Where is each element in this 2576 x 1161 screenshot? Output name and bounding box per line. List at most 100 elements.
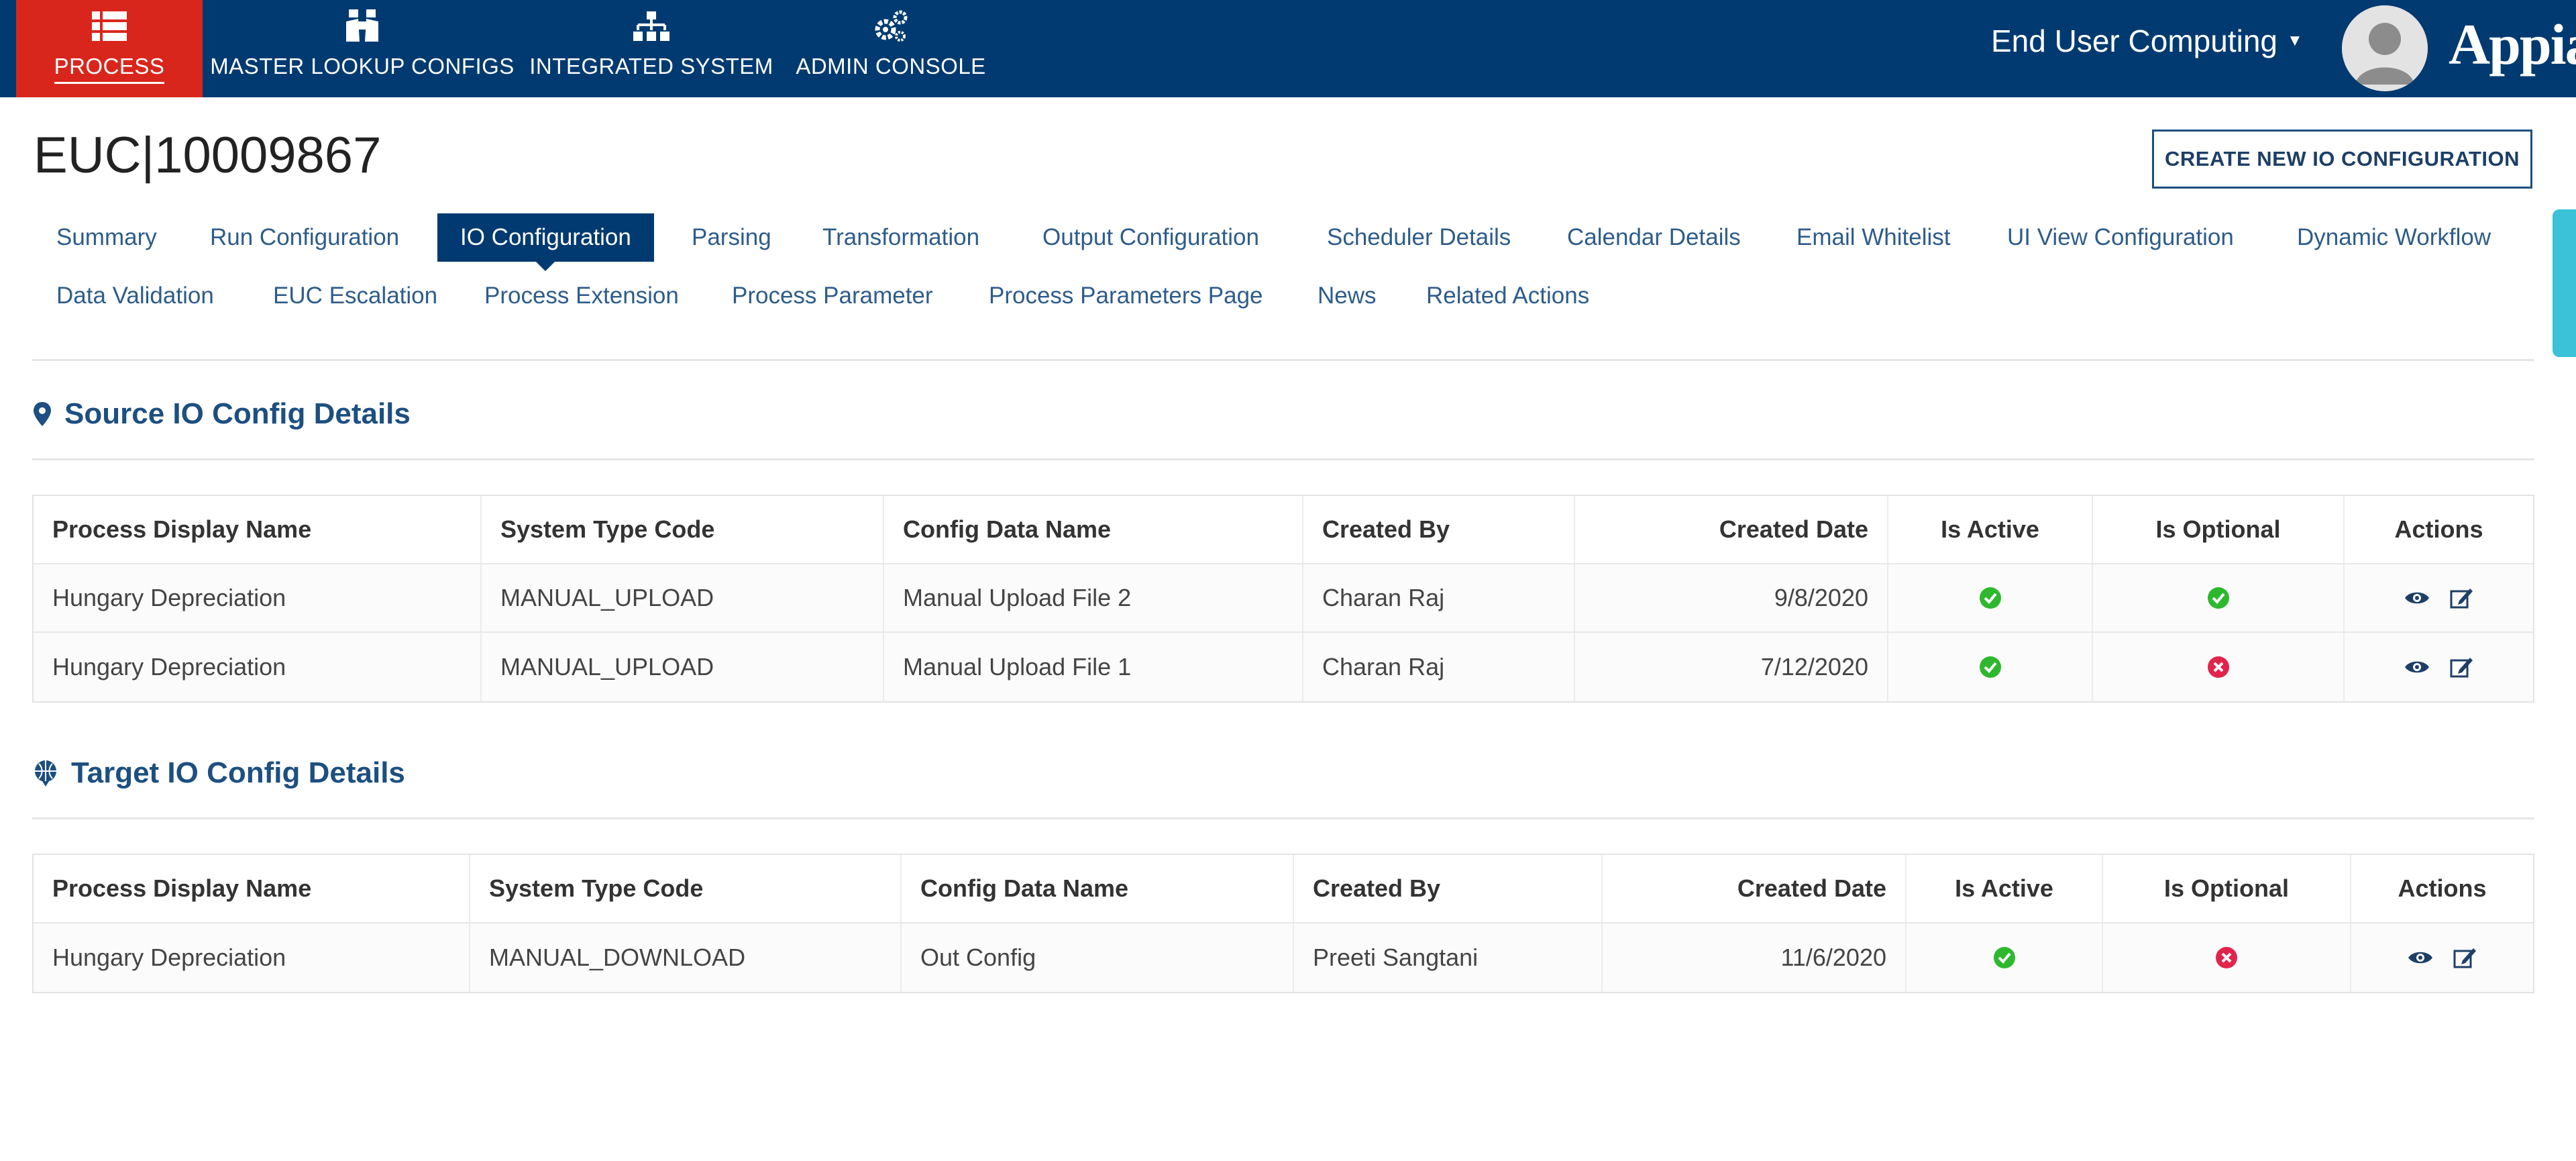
tab-process-parameters-page[interactable]: Process Parameters Page — [966, 272, 1286, 320]
tabs-divider — [32, 359, 2534, 361]
nav-integrated-system[interactable]: INTEGRATED SYSTEM — [529, 0, 773, 97]
tab-summary[interactable]: Summary — [34, 213, 180, 262]
tab-data-validation[interactable]: Data Validation — [34, 272, 237, 320]
column-header[interactable]: Process Display Name — [34, 496, 482, 563]
table-row: Hungary Depreciation MANUAL_DOWNLOAD Out… — [34, 923, 2533, 992]
column-header[interactable]: Is Active — [1888, 496, 2093, 563]
hierarchy-icon — [633, 9, 669, 43]
actions-cell — [2345, 564, 2533, 632]
brand-logo: Appian — [2449, 12, 2576, 77]
nav-master-lookup-configs[interactable]: MASTER LOOKUP CONFIGS — [210, 0, 514, 97]
source-section-divider — [32, 458, 2534, 460]
table-row: Hungary Depreciation MANUAL_UPLOAD Manua… — [34, 564, 2533, 633]
eye-icon[interactable] — [2404, 658, 2430, 676]
nav-integrated-system-label: INTEGRATED SYSTEM — [529, 54, 773, 79]
table-row: Hungary Depreciation MANUAL_UPLOAD Manua… — [34, 633, 2533, 701]
tab-dynamic-workflow[interactable]: Dynamic Workflow — [2274, 213, 2514, 262]
target-section-title-text: Target IO Config Details — [71, 756, 405, 789]
column-header[interactable]: Created By — [1303, 496, 1575, 563]
caret-down-icon: ▼ — [2286, 32, 2303, 50]
nav-process[interactable]: PROCESS — [16, 0, 203, 97]
tab-email-whitelist[interactable]: Email Whitelist — [1774, 213, 1973, 262]
column-header[interactable]: Created Date — [1575, 496, 1888, 563]
nav-master-lookup-configs-label: MASTER LOOKUP CONFIGS — [210, 54, 515, 79]
top-navigation-bar: PROCESS MASTER LOOKUP CONFIGS INTEGRATED… — [0, 0, 2576, 97]
column-header[interactable]: Is Optional — [2093, 496, 2345, 563]
edit-icon[interactable] — [2453, 946, 2477, 970]
column-header[interactable]: Is Active — [1907, 855, 2103, 922]
user-menu-label: End User Computing — [1991, 23, 2277, 58]
check-circle-icon — [2207, 587, 2229, 609]
tab-transformation[interactable]: Transformation — [800, 213, 1002, 262]
system-type-code-cell: MANUAL_UPLOAD — [482, 564, 884, 632]
column-header[interactable]: Is Optional — [2103, 855, 2351, 922]
check-circle-icon — [1979, 656, 2001, 678]
column-header: Actions — [2398, 874, 2487, 902]
process-display-name-cell: Hungary Depreciation — [34, 564, 482, 632]
column-header[interactable]: Created Date — [1603, 855, 1907, 922]
create-new-io-configuration-button[interactable]: CREATE NEW IO CONFIGURATION — [2152, 130, 2532, 189]
source-section-title: Source IO Config Details — [34, 397, 411, 431]
tab-news[interactable]: News — [1295, 272, 1399, 320]
tab-process-extension[interactable]: Process Extension — [462, 272, 702, 320]
eye-icon[interactable] — [2404, 589, 2430, 607]
nav-process-label: PROCESS — [54, 54, 165, 84]
config-data-name-cell: Out Config — [902, 923, 1294, 992]
table-header-row: Process Display Name System Type Code Co… — [34, 855, 2533, 923]
user-silhouette-icon — [2342, 5, 2428, 91]
config-data-name-cell: Manual Upload File 2 — [884, 564, 1303, 632]
is-optional-cell — [2093, 633, 2345, 701]
created-by-cell: Charan Raj — [1303, 633, 1575, 701]
created-by-cell: Preeti Sangtani — [1294, 923, 1603, 992]
tab-parsing[interactable]: Parsing — [669, 213, 794, 262]
gears-icon — [872, 9, 910, 43]
process-display-name-cell: Hungary Depreciation — [34, 923, 470, 992]
binoculars-icon — [345, 9, 380, 43]
column-header: Actions — [2394, 515, 2483, 543]
target-section-title: Target IO Config Details — [34, 756, 405, 790]
x-circle-icon — [2207, 656, 2229, 678]
column-header[interactable]: Process Display Name — [34, 855, 470, 922]
column-header[interactable]: System Type Code — [470, 855, 902, 922]
column-header[interactable]: Config Data Name — [902, 855, 1294, 922]
avatar[interactable] — [2342, 5, 2428, 91]
is-active-cell — [1888, 633, 2093, 701]
column-header[interactable]: Created By — [1294, 855, 1603, 922]
tab-ui-view-configuration[interactable]: UI View Configuration — [1984, 213, 2257, 262]
column-header[interactable]: System Type Code — [482, 496, 884, 563]
is-active-cell — [1888, 564, 2093, 632]
tab-process-parameter[interactable]: Process Parameter — [709, 272, 956, 320]
table-header-row: Process Display Name System Type Code Co… — [34, 496, 2533, 564]
x-circle-icon — [2216, 947, 2237, 968]
edit-icon[interactable] — [2450, 586, 2474, 610]
created-by-cell: Charan Raj — [1303, 564, 1575, 632]
check-circle-icon — [1993, 947, 2015, 968]
user-menu[interactable]: End User Computing ▼ — [1991, 23, 2303, 59]
tab-output-configuration[interactable]: Output Configuration — [1020, 213, 1282, 262]
side-feedback-tab[interactable] — [2553, 209, 2576, 357]
config-data-name-cell: Manual Upload File 1 — [884, 633, 1303, 701]
tab-io-configuration[interactable]: IO Configuration — [437, 213, 654, 271]
system-type-code-cell: MANUAL_UPLOAD — [482, 633, 884, 701]
eye-icon[interactable] — [2408, 949, 2433, 966]
source-config-table: Process Display Name System Type Code Co… — [32, 495, 2534, 703]
globe-marker-icon — [34, 760, 58, 787]
is-active-cell — [1907, 923, 2103, 992]
actions-cell — [2345, 633, 2533, 701]
edit-icon[interactable] — [2450, 655, 2474, 679]
tab-calendar-details[interactable]: Calendar Details — [1544, 213, 1764, 262]
tab-euc-escalation[interactable]: EUC Escalation — [250, 272, 460, 320]
is-optional-cell — [2103, 923, 2351, 992]
process-display-name-cell: Hungary Depreciation — [34, 633, 482, 701]
nav-admin-console[interactable]: ADMIN CONSOLE — [796, 0, 986, 97]
created-date-cell: 7/12/2020 — [1575, 633, 1888, 701]
column-header[interactable]: Config Data Name — [884, 496, 1303, 563]
tab-scheduler-details[interactable]: Scheduler Details — [1304, 213, 1534, 262]
tab-run-configuration[interactable]: Run Configuration — [187, 213, 422, 262]
is-optional-cell — [2093, 564, 2345, 632]
check-circle-icon — [1979, 587, 2001, 609]
source-section-title-text: Source IO Config Details — [64, 397, 411, 430]
tab-related-actions[interactable]: Related Actions — [1403, 272, 1612, 320]
created-date-cell: 9/8/2020 — [1575, 564, 1888, 632]
nav-admin-console-label: ADMIN CONSOLE — [796, 54, 986, 79]
